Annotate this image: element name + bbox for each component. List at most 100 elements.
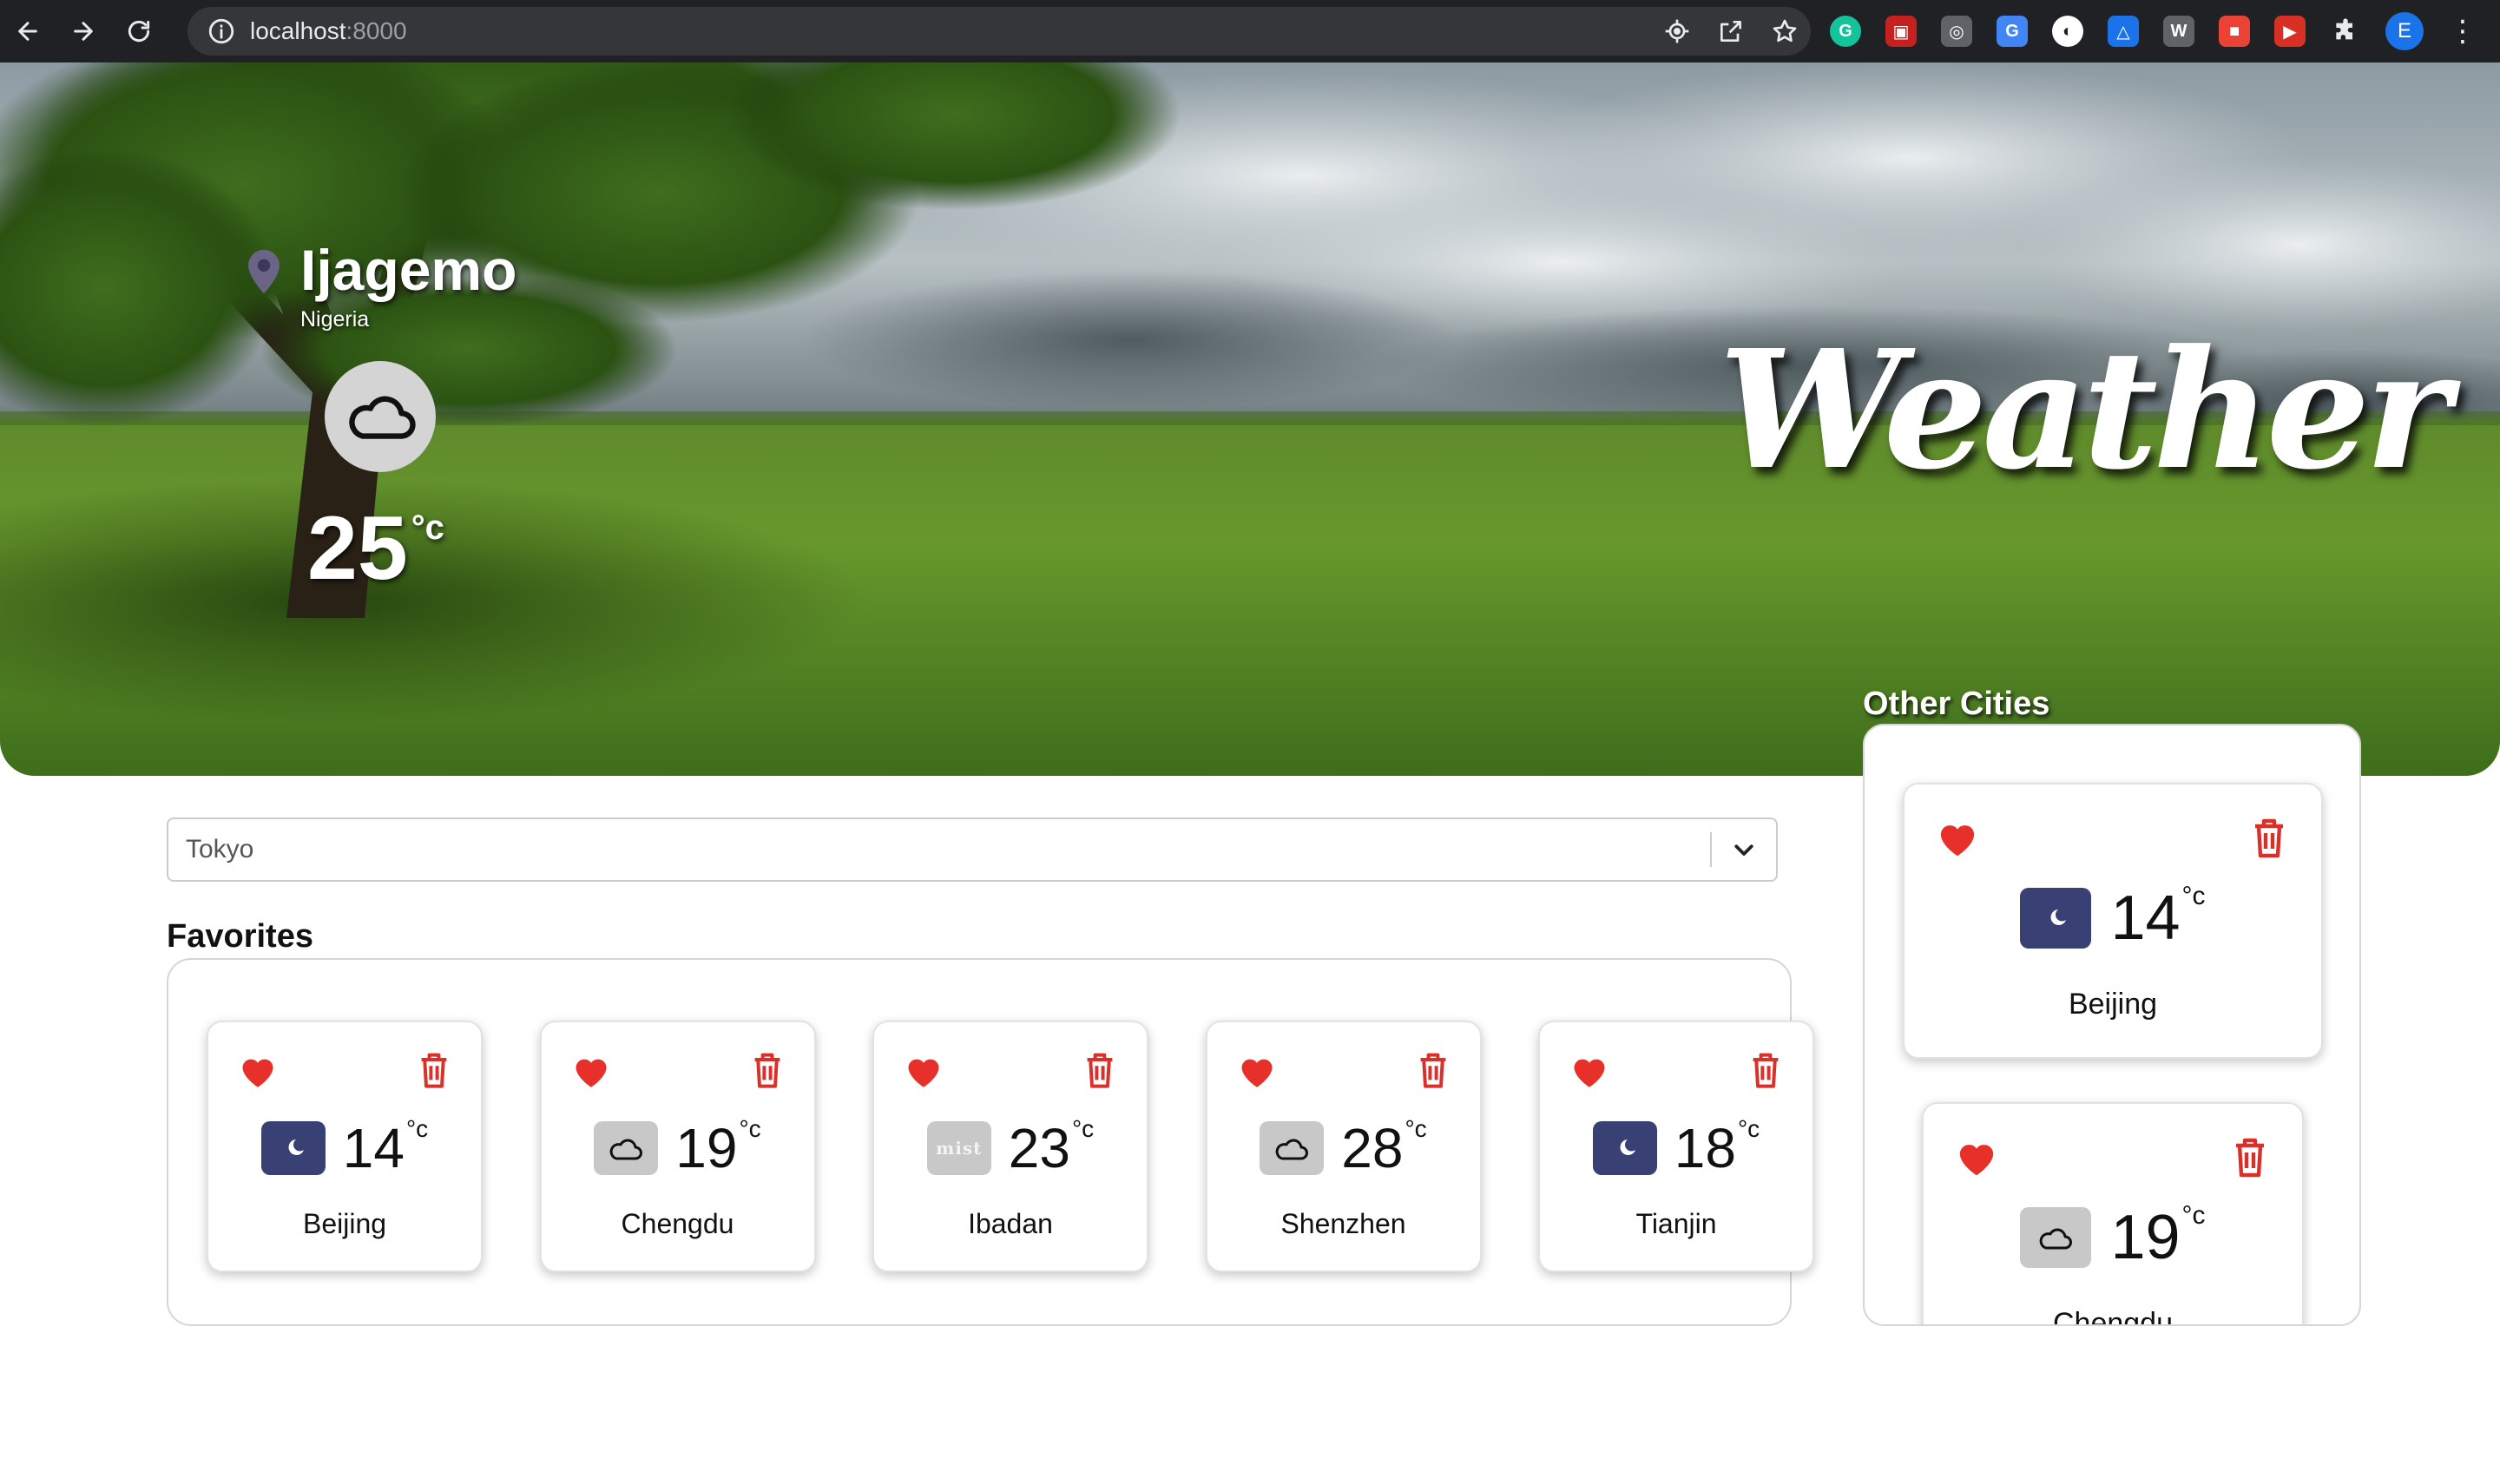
temp-value: 18 xyxy=(1674,1117,1736,1179)
city-search-select[interactable] xyxy=(167,818,1778,882)
temp-value: 19 xyxy=(675,1117,738,1179)
trash-icon[interactable] xyxy=(2233,1137,2267,1178)
chevron-down-icon xyxy=(1734,844,1753,856)
moon-icon xyxy=(2020,888,2092,949)
city-card[interactable]: 14°c Beijing xyxy=(207,1021,483,1272)
temp-value: 23 xyxy=(1008,1117,1070,1179)
app-logo-title: Weather xyxy=(1719,314,2451,506)
heart-icon[interactable] xyxy=(573,1055,609,1088)
current-temp-unit: °c xyxy=(411,509,444,547)
card-city-name: Chengdu xyxy=(2052,1307,2173,1326)
reload-icon xyxy=(128,20,150,43)
heart-icon[interactable] xyxy=(1938,821,1977,857)
trash-icon[interactable] xyxy=(418,1052,450,1088)
grammarly-icon[interactable]: G xyxy=(1830,16,1861,47)
weather-summary: 28°c xyxy=(1207,1117,1480,1179)
temp-value: 19 xyxy=(2110,1203,2181,1272)
heart-icon[interactable] xyxy=(1239,1055,1275,1088)
info-icon[interactable] xyxy=(207,16,236,46)
temperature: 19°c xyxy=(675,1117,760,1179)
extension-red-icon[interactable]: ▣ xyxy=(1885,16,1917,47)
temperature: 14°c xyxy=(342,1117,428,1179)
url-text[interactable]: localhost:8000 xyxy=(250,17,407,45)
temperature: 18°c xyxy=(1674,1117,1760,1179)
cloud-icon xyxy=(2020,1207,2092,1268)
heart-icon[interactable] xyxy=(240,1055,276,1088)
arrow-left-icon xyxy=(18,22,37,41)
trash-icon[interactable] xyxy=(2252,818,2286,858)
temp-value: 28 xyxy=(1341,1117,1404,1179)
card-city-name: Shenzhen xyxy=(1280,1208,1406,1239)
temp-unit: °c xyxy=(1405,1115,1427,1142)
extension-target-icon[interactable]: ◎ xyxy=(1941,16,1972,47)
extension-video-icon[interactable]: ▶ xyxy=(2274,16,2306,47)
temp-unit: °c xyxy=(2181,1201,2206,1230)
city-card[interactable]: 28°c Shenzhen xyxy=(1205,1021,1482,1272)
current-country: Nigeria xyxy=(300,307,370,332)
extension-triangle-icon[interactable]: △ xyxy=(2108,16,2139,47)
weather-summary: mist 23°c xyxy=(874,1117,1147,1179)
city-card[interactable]: 14°c Beijing xyxy=(1903,783,2323,1059)
weather-summary: 19°c xyxy=(542,1117,814,1179)
location-pin-icon xyxy=(248,249,280,294)
temp-unit: °c xyxy=(1071,1115,1095,1142)
city-card[interactable]: 19°c Chengdu xyxy=(539,1021,816,1272)
forward-button[interactable] xyxy=(56,0,111,62)
browser-menu-icon[interactable]: ⋮ xyxy=(2448,16,2477,46)
city-card[interactable]: mist 23°c Ibadan xyxy=(872,1021,1148,1272)
trash-icon[interactable] xyxy=(1750,1052,1781,1088)
temperature: 19°c xyxy=(2110,1203,2205,1272)
browser-toolbar: localhost:8000 G ▣ ◎ G ◐ △ W ■ ▶ E ⋮ xyxy=(0,0,2500,62)
trash-icon[interactable] xyxy=(1084,1052,1115,1088)
open-external-icon[interactable] xyxy=(1717,17,1745,45)
extension-w-icon[interactable]: W xyxy=(2163,16,2194,47)
reload-button[interactable] xyxy=(111,0,167,62)
url-port: :8000 xyxy=(345,17,407,44)
card-city-name: Chengdu xyxy=(621,1208,734,1239)
favorites-title: Favorites xyxy=(167,918,313,955)
current-city-name: Ijagemo xyxy=(300,238,517,302)
temp-unit: °c xyxy=(739,1115,761,1142)
bookmark-star-icon[interactable] xyxy=(1771,17,1799,45)
card-city-name: Beijing xyxy=(2068,988,2158,1021)
arrow-right-icon xyxy=(74,22,93,41)
temp-value: 14 xyxy=(342,1117,405,1179)
temperature: 23°c xyxy=(1008,1117,1094,1179)
other-cities-title: Other Cities xyxy=(1863,686,2050,722)
mist-icon: mist xyxy=(926,1121,991,1175)
temperature: 14°c xyxy=(2110,883,2205,950)
heart-icon[interactable] xyxy=(1957,1140,1997,1177)
city-card[interactable]: 19°c Chengdu xyxy=(1922,1102,2304,1326)
temp-unit: °c xyxy=(2181,882,2206,910)
cloud-icon xyxy=(594,1121,659,1175)
location-target-icon[interactable] xyxy=(1663,17,1691,45)
trash-icon[interactable] xyxy=(1418,1052,1449,1088)
extension-mask-icon[interactable]: ◐ xyxy=(2052,16,2083,47)
weather-summary: 19°c xyxy=(1924,1203,2302,1272)
address-bar[interactable]: localhost:8000 xyxy=(188,7,1811,56)
trash-icon[interactable] xyxy=(752,1052,783,1088)
current-weather-icon-badge xyxy=(325,361,436,472)
heart-icon[interactable] xyxy=(905,1055,942,1088)
city-card[interactable]: 18°c Tianjin xyxy=(1538,1021,1814,1272)
city-search-input[interactable] xyxy=(168,819,1710,880)
dropdown-toggle[interactable] xyxy=(1712,819,1776,880)
current-temp-value: 25 xyxy=(307,498,408,599)
card-city-name: Ibadan xyxy=(968,1208,1053,1239)
other-cities-panel[interactable]: 14°c Beijing 19°c Chengdu xyxy=(1863,724,2361,1326)
extensions-puzzle-icon[interactable] xyxy=(2330,16,2361,47)
extension-ticket-icon[interactable]: ■ xyxy=(2219,16,2250,47)
cloud-icon xyxy=(349,396,416,439)
heart-icon[interactable] xyxy=(1571,1055,1608,1088)
url-host: localhost xyxy=(250,17,346,44)
back-button[interactable] xyxy=(0,0,56,62)
moon-icon xyxy=(260,1121,326,1175)
profile-avatar[interactable]: E xyxy=(2385,12,2424,50)
moon-icon xyxy=(1592,1121,1657,1175)
card-city-name: Beijing xyxy=(302,1208,387,1239)
card-city-name: Tianjin xyxy=(1635,1208,1717,1239)
temp-unit: °c xyxy=(405,1115,429,1142)
google-translate-icon[interactable]: G xyxy=(1997,16,2028,47)
mist-label: mist xyxy=(936,1138,983,1159)
temp-value: 14 xyxy=(2110,883,2181,953)
